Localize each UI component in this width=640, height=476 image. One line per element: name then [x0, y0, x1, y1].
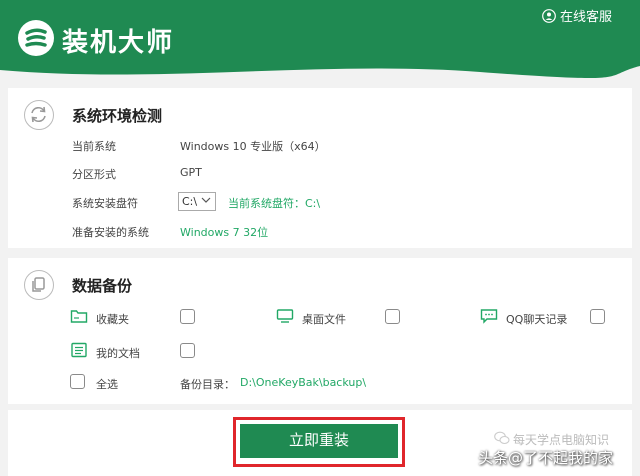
online-service-button[interactable]: 在线客服 — [542, 6, 612, 25]
header-wave — [0, 66, 640, 82]
copy-icon — [24, 270, 54, 300]
chat-icon — [480, 309, 498, 324]
favorites-checkbox[interactable] — [180, 309, 195, 324]
current-system-value: Windows 10 专业版（x64） — [180, 140, 326, 153]
backup-panel: 数据备份 收藏夹 桌面文件 QQ聊天记录 我的文档 全选 备份目录： D:\On… — [8, 258, 632, 404]
install-drive-select[interactable]: C:\ — [178, 192, 216, 211]
app-header: 装机大师 在线客服 — [0, 0, 640, 82]
qq-chat-checkbox[interactable] — [590, 309, 605, 324]
current-drive-hint: 当前系统盘符：C:\ — [228, 197, 321, 210]
folder-icon — [70, 310, 88, 323]
target-system-label: 准备安装的系统 — [72, 226, 149, 239]
select-all-label: 全选 — [96, 378, 118, 391]
backup-dir-label: 备份目录： — [180, 378, 235, 391]
backup-dir-path[interactable]: D:\OneKeyBak\backup\ — [240, 376, 366, 389]
refresh-icon — [24, 100, 54, 130]
watermark-wechat-icon — [494, 431, 510, 445]
my-documents-checkbox[interactable] — [180, 343, 195, 358]
current-system-label: 当前系统 — [72, 140, 116, 153]
service-person-icon — [542, 8, 556, 23]
backup-title: 数据备份 — [72, 277, 133, 295]
partition-type-value: GPT — [180, 166, 202, 179]
partition-type-label: 分区形式 — [72, 168, 116, 181]
watermark-line1: 每天学点电脑知识 — [513, 433, 610, 447]
install-drive-label: 系统安装盘符 — [72, 197, 138, 210]
env-check-title: 系统环境检测 — [72, 107, 163, 125]
app-logo-icon — [18, 20, 54, 56]
desktop-files-label: 桌面文件 — [302, 313, 346, 326]
qq-chat-label: QQ聊天记录 — [506, 313, 568, 326]
env-check-panel: 系统环境检测 当前系统 Windows 10 专业版（x64） 分区形式 GPT… — [8, 88, 632, 248]
target-system-value: Windows 7 32位 — [180, 226, 269, 239]
chevron-down-icon — [201, 197, 211, 203]
monitor-icon — [276, 309, 294, 323]
favorites-label: 收藏夹 — [96, 313, 129, 326]
select-all-checkbox[interactable] — [70, 374, 85, 389]
watermark-line2: 头条@了不起我的家 — [478, 449, 614, 467]
app-title: 装机大师 — [62, 28, 175, 58]
my-documents-label: 我的文档 — [96, 347, 140, 360]
reinstall-now-button[interactable]: 立即重装 — [240, 424, 398, 458]
install-drive-value: C:\ — [182, 195, 198, 208]
desktop-files-checkbox[interactable] — [385, 309, 400, 324]
document-icon — [71, 342, 87, 358]
service-label: 在线客服 — [559, 10, 612, 25]
